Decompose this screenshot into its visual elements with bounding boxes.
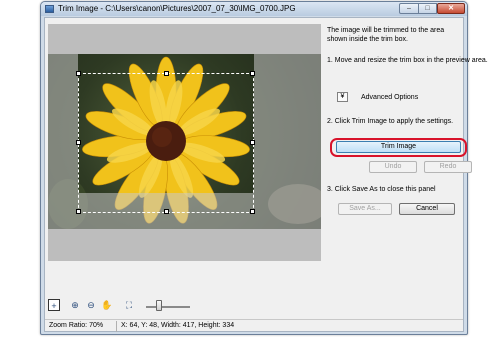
zoom-ratio-text: Zoom Ratio: 70% <box>49 322 104 329</box>
dialog-body: The image will be trimmed to the area sh… <box>44 17 488 332</box>
selection-info-text: X: 64, Y: 48, Width: 417, Height: 334 <box>121 322 235 329</box>
zoom-slider-track[interactable] <box>146 306 190 308</box>
outside-trim-left <box>48 54 78 229</box>
trim-handle-top[interactable] <box>164 71 169 76</box>
trim-image-button[interactable]: Trim Image <box>336 141 461 153</box>
step-3-text: 3. Click Save As to close this panel <box>327 186 436 193</box>
zoom-out-icon[interactable]: ⊖ <box>85 299 97 311</box>
chevron-down-icon[interactable]: ¥ <box>337 92 348 102</box>
trim-handle-top-right[interactable] <box>250 71 255 76</box>
trim-handle-left[interactable] <box>76 140 81 145</box>
outside-trim-right <box>254 54 321 229</box>
preview-image <box>48 54 321 229</box>
hand-icon[interactable]: ✋ <box>101 299 113 311</box>
status-divider <box>116 321 117 332</box>
status-bar: Zoom Ratio: 70% X: 64, Y: 48, Width: 417… <box>45 319 463 332</box>
zoom-in-icon[interactable]: ⊕ <box>69 299 81 311</box>
trim-box[interactable] <box>76 71 255 214</box>
zoom-slider-thumb[interactable] <box>155 300 162 311</box>
save-as-button[interactable]: Save As... <box>338 203 392 215</box>
redo-button[interactable]: Redo <box>424 161 472 173</box>
undo-button[interactable]: Undo <box>369 161 417 173</box>
trim-handle-bottom-right[interactable] <box>250 209 255 214</box>
title-bar[interactable]: Trim Image - C:\Users\canon\Pictures\200… <box>41 2 467 16</box>
trim-image-window: Trim Image - C:\Users\canon\Pictures\200… <box>40 1 488 335</box>
full-screen-icon[interactable]: ⛶ <box>123 299 135 311</box>
maximize-button[interactable]: □ <box>418 3 437 14</box>
preview-toolbar: + ⊕ ⊖ ✋ ⛶ <box>48 297 248 313</box>
minimize-button[interactable]: – <box>399 3 419 14</box>
step-1-text: 1. Move and resize the trim box in the p… <box>327 57 488 64</box>
cancel-button[interactable]: Cancel <box>399 203 455 215</box>
trim-handle-bottom-left[interactable] <box>76 209 81 214</box>
advanced-options-link[interactable]: Advanced Options <box>361 93 418 102</box>
app-icon <box>45 5 54 13</box>
window-title: Trim Image - C:\Users\canon\Pictures\200… <box>58 4 296 13</box>
trim-handle-bottom[interactable] <box>164 209 169 214</box>
trim-handle-top-left[interactable] <box>76 71 81 76</box>
intro-text: The image will be trimmed to the area sh… <box>327 27 445 43</box>
close-button[interactable]: ✕ <box>437 3 465 14</box>
preview-area[interactable] <box>48 24 321 261</box>
fit-window-icon[interactable]: + <box>48 299 60 311</box>
trim-handle-right[interactable] <box>250 140 255 145</box>
step-2-text: 2. Click Trim Image to apply the setting… <box>327 118 454 125</box>
